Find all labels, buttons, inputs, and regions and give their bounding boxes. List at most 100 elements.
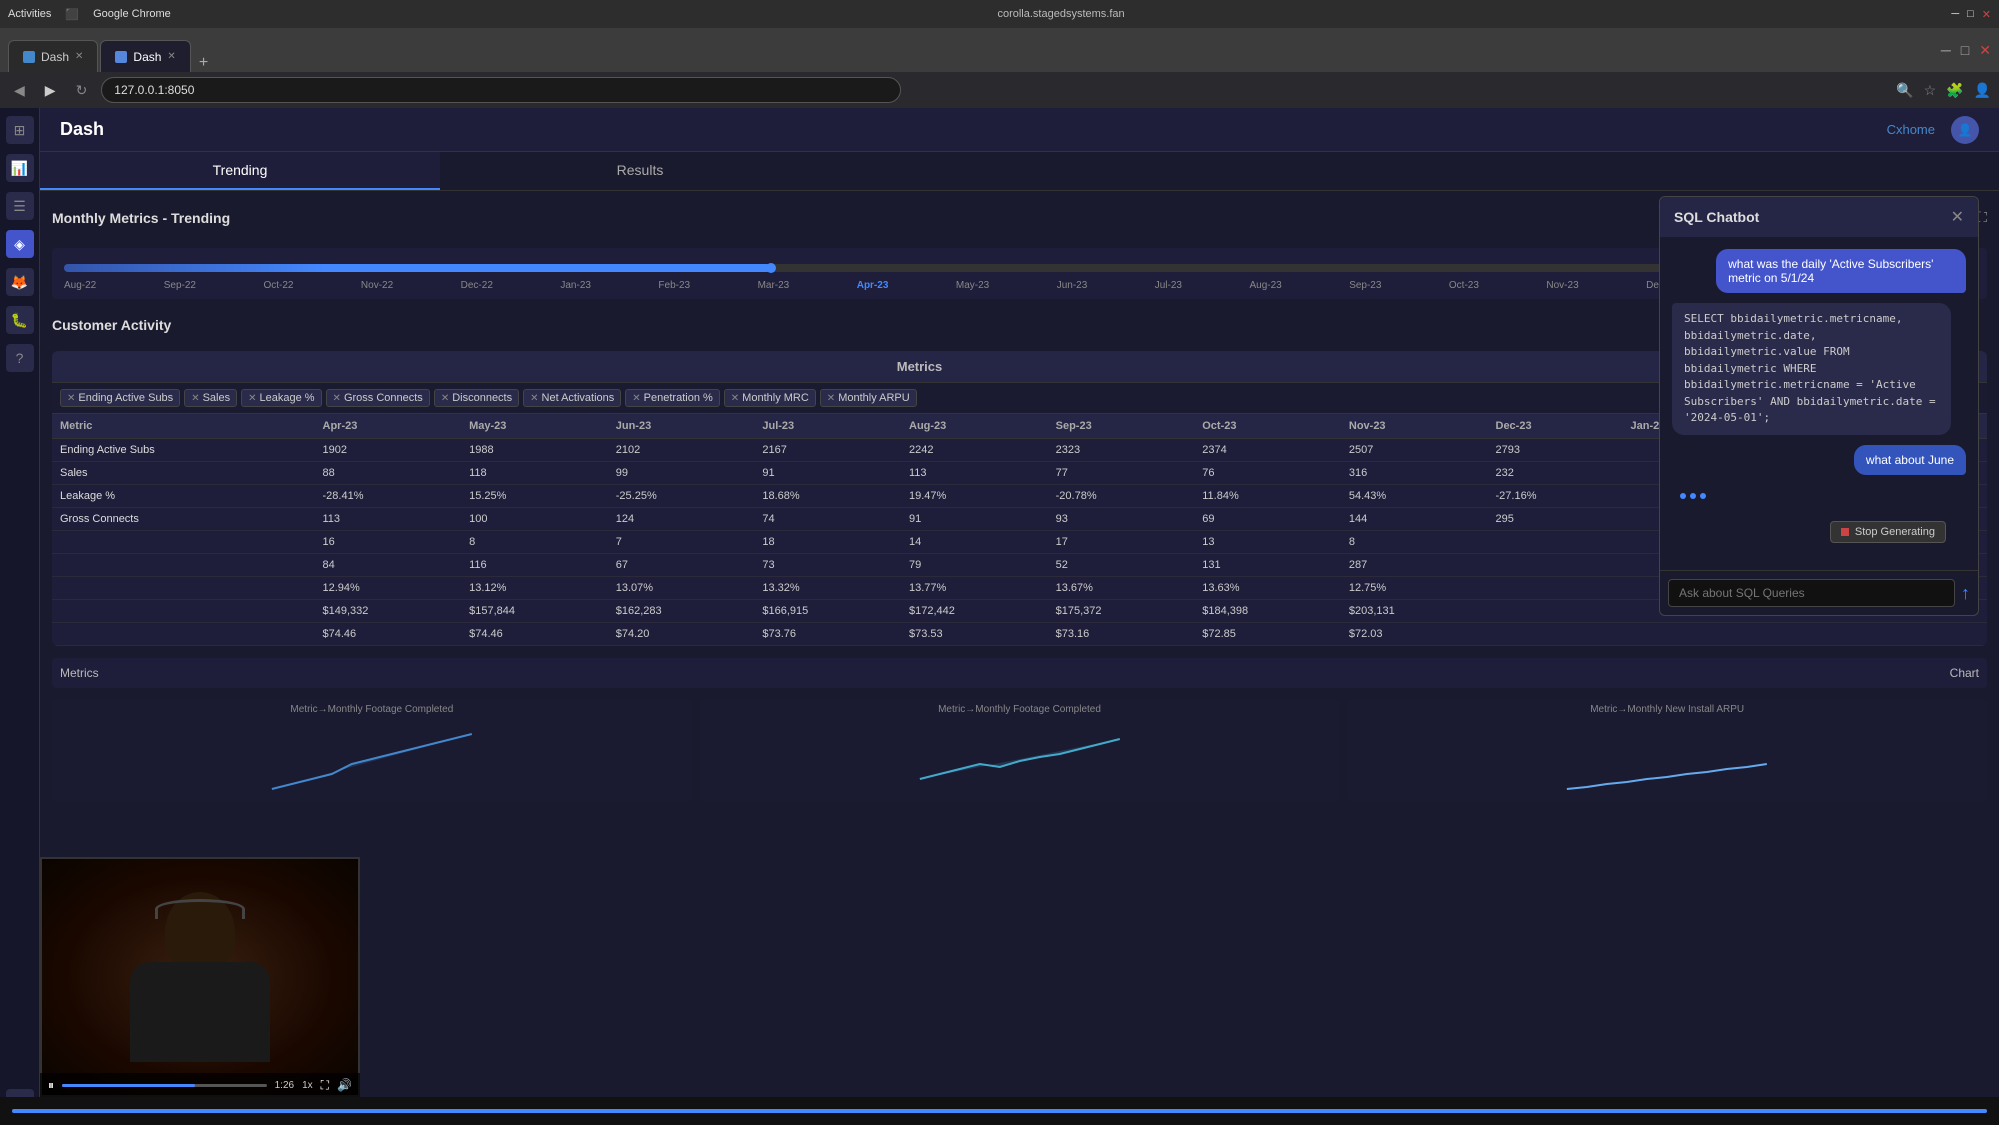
td-val: $73.53: [901, 623, 1048, 646]
video-progress-bar[interactable]: [62, 1084, 267, 1087]
video-play-btn[interactable]: ⏸: [48, 1078, 54, 1093]
close-window-btn[interactable]: ✕: [1979, 42, 1991, 59]
chip-penetration[interactable]: ✕ Penetration %: [625, 389, 720, 407]
td-val: 8: [461, 531, 608, 554]
td-val: 74: [754, 508, 901, 531]
tl-label-6: Feb-23: [658, 280, 690, 291]
profile-icon[interactable]: 👤: [1974, 82, 1991, 99]
tab-trending[interactable]: Trending: [40, 152, 440, 190]
td-val: -28.41%: [315, 485, 462, 508]
sidebar-icon-dash[interactable]: ◈: [6, 230, 34, 258]
video-expand-btn[interactable]: ⛶: [321, 1078, 329, 1093]
tl-label-0: Aug-22: [64, 280, 96, 291]
forward-btn[interactable]: ▶: [39, 80, 62, 101]
mini-chart-3: Metric→Monthly New Install ARPU: [1347, 700, 1987, 802]
sidebar-icon-bug[interactable]: 🐛: [6, 306, 34, 334]
sidebar-icon-home[interactable]: ⊞: [6, 116, 34, 144]
bookmark-icon[interactable]: ☆: [1924, 82, 1937, 99]
td-val: 232: [1488, 462, 1623, 485]
tl-label-2: Oct-22: [263, 280, 293, 291]
td-metric-1: Sales: [52, 462, 315, 485]
td-val: 91: [901, 508, 1048, 531]
restore-btn[interactable]: ─: [1941, 42, 1951, 59]
os-icon: ⬛: [65, 8, 79, 21]
progress-tracker: [0, 1097, 1999, 1125]
tab-close-2[interactable]: ✕: [167, 51, 175, 62]
chip-close-5[interactable]: ✕: [530, 393, 538, 404]
chip-close-0[interactable]: ✕: [67, 393, 75, 404]
search-icon[interactable]: 🔍: [1896, 82, 1913, 99]
stop-label: Stop Generating: [1855, 526, 1935, 538]
tab-results[interactable]: Results: [440, 152, 840, 190]
td-val: 131: [1194, 554, 1341, 577]
progress-bar[interactable]: [12, 1109, 1987, 1113]
stop-generating-btn[interactable]: Stop Generating: [1830, 521, 1946, 543]
chip-close-1[interactable]: ✕: [191, 393, 199, 404]
video-time: 1:26: [275, 1080, 294, 1091]
sidebar-icon-help[interactable]: ?: [6, 344, 34, 372]
chip-close-6[interactable]: ✕: [632, 393, 640, 404]
tab-favicon-2: [115, 51, 127, 63]
sidebar-icon-list[interactable]: ☰: [6, 192, 34, 220]
sidebar-icon-chart[interactable]: 📊: [6, 154, 34, 182]
tl-label-4: Dec-22: [461, 280, 493, 291]
chip-ending-active-subs[interactable]: ✕ Ending Active Subs: [60, 389, 180, 407]
tab-close-1[interactable]: ✕: [75, 51, 83, 62]
td-val: 73: [754, 554, 901, 577]
app-container: ⊞ 📊 ☰ ◈ 🦊 🐛 ? ⬡ Dash Cxhome 👤 Trending R…: [0, 108, 1999, 1125]
cxhome-link[interactable]: Cxhome: [1887, 122, 1935, 137]
chatbot-close-btn[interactable]: ✕: [1951, 207, 1964, 227]
back-btn[interactable]: ◀: [8, 80, 31, 101]
stop-btn-row: Stop Generating: [1672, 517, 1966, 547]
tab-2[interactable]: Dash ✕: [100, 40, 190, 72]
chip-label-3: Gross Connects: [344, 392, 423, 404]
td-metric-7: [52, 600, 315, 623]
td-val: 2374: [1194, 439, 1341, 462]
video-speed: 1x: [302, 1080, 313, 1091]
tl-label-9: May-23: [956, 280, 989, 291]
chip-close-8[interactable]: ✕: [827, 393, 835, 404]
td-val: 11.84%: [1194, 485, 1341, 508]
tab-1[interactable]: Dash ✕: [8, 40, 98, 72]
chip-net-activations[interactable]: ✕ Net Activations: [523, 389, 621, 407]
video-volume-btn[interactable]: 🔊: [337, 1078, 352, 1092]
maximize-btn[interactable]: □: [1967, 8, 1974, 20]
user-avatar[interactable]: 👤: [1951, 116, 1979, 144]
td-val: $72.03: [1341, 623, 1488, 646]
extensions-icon[interactable]: 🧩: [1946, 82, 1963, 99]
td-val: 18.68%: [754, 485, 901, 508]
chip-monthly-arpu[interactable]: ✕ Monthly ARPU: [820, 389, 917, 407]
left-sidebar: ⊞ 📊 ☰ ◈ 🦊 🐛 ? ⬡: [0, 108, 40, 1125]
sidebar-icon-fire[interactable]: 🦊: [6, 268, 34, 296]
chip-disconnects[interactable]: ✕ Disconnects: [434, 389, 519, 407]
chip-leakage[interactable]: ✕ Leakage %: [241, 389, 321, 407]
refresh-btn[interactable]: ↻: [70, 80, 94, 101]
address-bar[interactable]: 127.0.0.1:8050: [101, 77, 901, 103]
chip-gross-connects[interactable]: ✕ Gross Connects: [326, 389, 430, 407]
chatbot-input[interactable]: [1668, 579, 1955, 607]
chip-sales[interactable]: ✕ Sales: [184, 389, 237, 407]
chrome-label: Google Chrome: [93, 8, 171, 20]
chip-close-2[interactable]: ✕: [248, 393, 256, 404]
tl-label-8: Apr-23: [857, 280, 889, 291]
close-btn[interactable]: ✕: [1982, 8, 1991, 21]
chip-monthly-mrc[interactable]: ✕ Monthly MRC: [724, 389, 816, 407]
chip-close-4[interactable]: ✕: [441, 393, 449, 404]
tab-add-btn[interactable]: +: [193, 54, 214, 72]
chip-close-7[interactable]: ✕: [731, 393, 739, 404]
tab-navigation: Trending Results: [40, 152, 1999, 191]
chart-svg-1: [52, 719, 692, 799]
activities-label[interactable]: Activities: [8, 8, 51, 20]
td-val: 14: [901, 531, 1048, 554]
chatbot-send-btn[interactable]: ↑: [1961, 583, 1970, 604]
td-val: $157,844: [461, 600, 608, 623]
chatbot-loading: [1672, 485, 1966, 507]
td-metric-2: Leakage %: [52, 485, 315, 508]
minimize-btn[interactable]: ─: [1951, 8, 1959, 20]
th-jul23: Jul-23: [754, 414, 901, 439]
resize-btn[interactable]: □: [1961, 42, 1969, 59]
timeline-marker[interactable]: [766, 263, 776, 273]
td-val: [1488, 577, 1623, 600]
chip-close-3[interactable]: ✕: [333, 393, 341, 404]
td-val: 287: [1341, 554, 1488, 577]
